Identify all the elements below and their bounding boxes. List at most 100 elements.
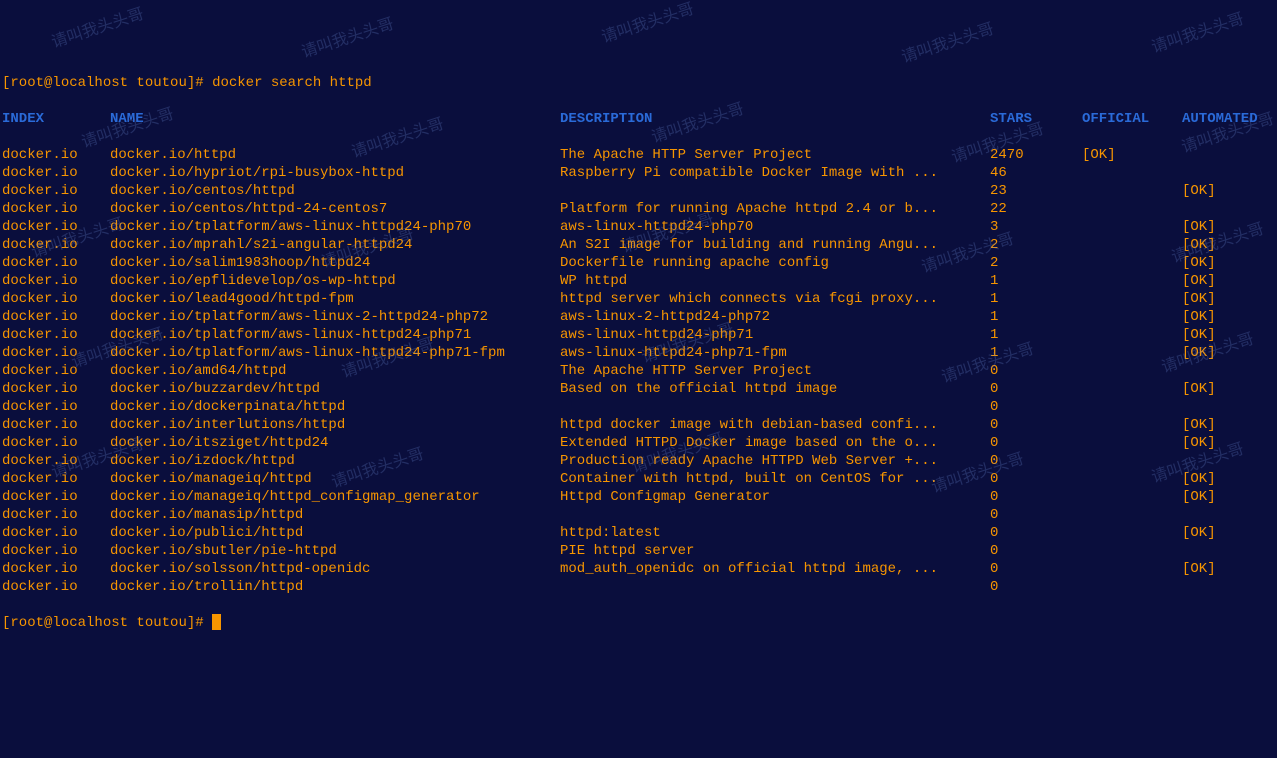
cell-automated: [OK]	[1182, 488, 1216, 506]
cell-stars: 0	[990, 542, 1082, 560]
cell-stars: 0	[990, 488, 1082, 506]
cell-name: docker.io/lead4good/httpd-fpm	[110, 290, 560, 308]
table-header: INDEXNAMEDESCRIPTIONSTARSOFFICIALAUTOMAT…	[2, 110, 1275, 128]
cell-index: docker.io	[2, 434, 110, 452]
cell-name: docker.io/epflidevelop/os-wp-httpd	[110, 272, 560, 290]
cell-index: docker.io	[2, 506, 110, 524]
header-description: DESCRIPTION	[560, 110, 990, 128]
cell-description: Platform for running Apache httpd 2.4 or…	[560, 200, 990, 218]
table-row: docker.iodocker.io/manageiq/httpd_config…	[2, 488, 1275, 506]
cell-automated: [OK]	[1182, 236, 1216, 254]
cell-name: docker.io/trollin/httpd	[110, 578, 560, 596]
cell-description: An S2I image for building and running An…	[560, 236, 990, 254]
results-table: docker.iodocker.io/httpdThe Apache HTTP …	[2, 146, 1275, 596]
cell-index: docker.io	[2, 416, 110, 434]
cell-index: docker.io	[2, 272, 110, 290]
cell-description: mod_auth_openidc on official httpd image…	[560, 560, 990, 578]
cell-stars: 0	[990, 380, 1082, 398]
cell-stars: 0	[990, 470, 1082, 488]
table-row: docker.iodocker.io/tplatform/aws-linux-h…	[2, 344, 1275, 362]
table-row: docker.iodocker.io/interlutions/httpdhtt…	[2, 416, 1275, 434]
cell-index: docker.io	[2, 452, 110, 470]
cell-automated: [OK]	[1182, 416, 1216, 434]
cell-stars: 0	[990, 560, 1082, 578]
table-row: docker.iodocker.io/trollin/httpd0	[2, 578, 1275, 596]
prompt-dir: toutou	[128, 615, 187, 631]
cell-description: Httpd Configmap Generator	[560, 488, 990, 506]
table-row: docker.iodocker.io/buzzardev/httpdBased …	[2, 380, 1275, 398]
cell-stars: 2	[990, 254, 1082, 272]
table-row: docker.iodocker.io/hypriot/rpi-busybox-h…	[2, 164, 1275, 182]
prompt-hash: #	[195, 75, 212, 91]
cell-name: docker.io/manageiq/httpd_configmap_gener…	[110, 488, 560, 506]
cell-automated: [OK]	[1182, 344, 1216, 362]
table-row: docker.iodocker.io/tplatform/aws-linux-2…	[2, 308, 1275, 326]
cursor-icon	[212, 614, 221, 630]
cell-description: aws-linux-httpd24-php71	[560, 326, 990, 344]
cell-automated: [OK]	[1182, 182, 1216, 200]
cell-description: aws-linux-httpd24-php71-fpm	[560, 344, 990, 362]
table-row: docker.iodocker.io/sbutler/pie-httpdPIE …	[2, 542, 1275, 560]
cell-name: docker.io/tplatform/aws-linux-httpd24-ph…	[110, 326, 560, 344]
cell-index: docker.io	[2, 380, 110, 398]
watermark-text: 请叫我头头哥	[600, 1, 697, 48]
cell-description: aws-linux-httpd24-php70	[560, 218, 990, 236]
cell-name: docker.io/tplatform/aws-linux-httpd24-ph…	[110, 218, 560, 236]
cell-index: docker.io	[2, 362, 110, 380]
table-row: docker.iodocker.io/httpdThe Apache HTTP …	[2, 146, 1275, 164]
cell-name: docker.io/centos/httpd	[110, 182, 560, 200]
prompt-dir: toutou	[128, 75, 187, 91]
cell-description: aws-linux-2-httpd24-php72	[560, 308, 990, 326]
table-row: docker.iodocker.io/izdock/httpdProductio…	[2, 452, 1275, 470]
prompt-user: root@localhost	[10, 75, 128, 91]
cell-index: docker.io	[2, 182, 110, 200]
cell-stars: 23	[990, 182, 1082, 200]
cell-stars: 1	[990, 272, 1082, 290]
table-row: docker.iodocker.io/centos/httpd-24-cento…	[2, 200, 1275, 218]
cell-automated: [OK]	[1182, 254, 1216, 272]
table-row: docker.iodocker.io/manageiq/httpdContain…	[2, 470, 1275, 488]
prompt-hash: #	[195, 615, 212, 631]
cell-name: docker.io/mprahl/s2i-angular-httpd24	[110, 236, 560, 254]
table-row: docker.iodocker.io/itsziget/httpd24Exten…	[2, 434, 1275, 452]
table-row: docker.iodocker.io/amd64/httpdThe Apache…	[2, 362, 1275, 380]
table-row: docker.iodocker.io/mprahl/s2i-angular-ht…	[2, 236, 1275, 254]
table-row: docker.iodocker.io/publici/httpdhttpd:la…	[2, 524, 1275, 542]
cell-stars: 0	[990, 506, 1082, 524]
bracket: [	[2, 615, 10, 631]
cell-stars: 3	[990, 218, 1082, 236]
cell-name: docker.io/manasip/httpd	[110, 506, 560, 524]
cell-name: docker.io/centos/httpd-24-centos7	[110, 200, 560, 218]
cell-description: Container with httpd, built on CentOS fo…	[560, 470, 990, 488]
cell-name: docker.io/tplatform/aws-linux-httpd24-ph…	[110, 344, 560, 362]
watermark-text: 请叫我头头哥	[900, 21, 997, 68]
cell-index: docker.io	[2, 344, 110, 362]
cell-stars: 0	[990, 578, 1082, 596]
cell-index: docker.io	[2, 200, 110, 218]
prompt-line-2[interactable]: [root@localhost toutou]#	[2, 614, 1275, 632]
cell-index: docker.io	[2, 146, 110, 164]
cell-name: docker.io/izdock/httpd	[110, 452, 560, 470]
header-stars: STARS	[990, 110, 1082, 128]
cell-stars: 46	[990, 164, 1082, 182]
cell-name: docker.io/itsziget/httpd24	[110, 434, 560, 452]
table-row: docker.iodocker.io/manasip/httpd 0	[2, 506, 1275, 524]
cell-automated: [OK]	[1182, 434, 1216, 452]
cell-index: docker.io	[2, 542, 110, 560]
cell-description: Extended HTTPD Docker image based on the…	[560, 434, 990, 452]
table-row: docker.iodocker.io/tplatform/aws-linux-h…	[2, 326, 1275, 344]
cell-stars: 1	[990, 308, 1082, 326]
cell-name: docker.io/solsson/httpd-openidc	[110, 560, 560, 578]
cell-stars: 22	[990, 200, 1082, 218]
cell-description: The Apache HTTP Server Project	[560, 146, 990, 164]
cell-automated: [OK]	[1182, 272, 1216, 290]
cell-index: docker.io	[2, 308, 110, 326]
cell-automated: [OK]	[1182, 524, 1216, 542]
table-row: docker.iodocker.io/dockerpinata/httpd0	[2, 398, 1275, 416]
cell-stars: 2	[990, 236, 1082, 254]
cell-index: docker.io	[2, 470, 110, 488]
table-row: docker.iodocker.io/tplatform/aws-linux-h…	[2, 218, 1275, 236]
cell-index: docker.io	[2, 218, 110, 236]
cell-stars: 0	[990, 398, 1082, 416]
cell-name: docker.io/hypriot/rpi-busybox-httpd	[110, 164, 560, 182]
